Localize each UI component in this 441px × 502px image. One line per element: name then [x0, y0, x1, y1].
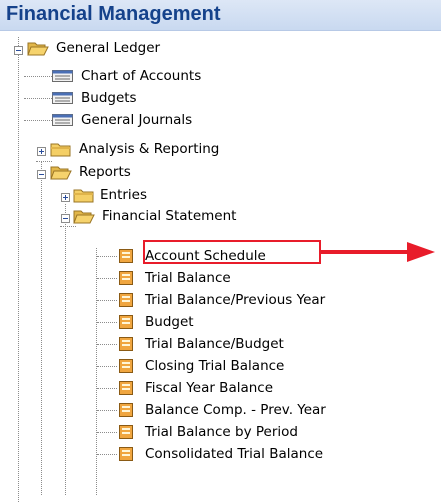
tree-item-report[interactable]: Consolidated Trial Balance [0, 443, 330, 465]
report-icon [119, 447, 133, 461]
tree-item-report[interactable]: Budget [0, 311, 320, 333]
tree-item-report[interactable]: Trial Balance/Budget [0, 333, 320, 355]
collapse-toggle[interactable] [61, 214, 70, 223]
tree-item-label: Budgets [81, 90, 137, 106]
tree-item-report[interactable]: Fiscal Year Balance [0, 377, 320, 399]
tree-item-label: Trial Balance/Budget [145, 336, 284, 352]
tree-item-financial-statement[interactable]: Financial Statement [0, 205, 300, 227]
tree-item-budgets[interactable]: Budgets [0, 87, 300, 109]
list-window-icon [52, 70, 73, 82]
list-window-icon [52, 114, 73, 126]
report-icon [119, 381, 133, 395]
report-icon [119, 403, 133, 417]
tree-item-entries[interactable]: Entries [0, 184, 300, 206]
tree-item-general-ledger[interactable]: General Ledger [0, 37, 300, 59]
tree-item-label: Trial Balance [145, 270, 231, 286]
tree-item-chart-of-accounts[interactable]: Chart of Accounts [0, 65, 300, 87]
report-icon [119, 359, 133, 373]
tree-item-label: General Journals [81, 112, 193, 128]
folder-icon [73, 189, 94, 203]
tree-item-report[interactable]: Trial Balance by Period [0, 421, 320, 443]
folder-icon [50, 143, 71, 157]
tree-item-label: Entries [100, 187, 148, 203]
tree-item-label: Financial Statement [102, 208, 237, 224]
expand-toggle[interactable] [61, 193, 70, 202]
tree-item-report[interactable]: Trial Balance [0, 267, 320, 289]
tree-item-label: Analysis & Reporting [79, 141, 220, 157]
tree-item-report[interactable]: Closing Trial Balance [0, 355, 320, 377]
tree-item-report[interactable]: Balance Comp. - Prev. Year [0, 399, 330, 421]
report-icon [119, 315, 133, 329]
tree-item-label: Trial Balance by Period [145, 424, 298, 440]
tree-item-label: Reports [79, 164, 131, 180]
collapse-toggle[interactable] [37, 170, 46, 179]
expand-toggle[interactable] [37, 147, 46, 156]
tree-item-general-journals[interactable]: General Journals [0, 109, 300, 131]
tree-item-label: Budget [145, 314, 194, 330]
tree-item-reports[interactable]: Reports [0, 161, 300, 183]
tree-item-report[interactable]: Trial Balance/Previous Year [0, 289, 330, 311]
folder-open-icon [50, 166, 72, 180]
report-icon [119, 249, 133, 263]
report-icon [119, 337, 133, 351]
folder-open-icon [73, 210, 95, 224]
tree-item-label: Trial Balance/Previous Year [145, 292, 326, 308]
tree-item-label: Closing Trial Balance [145, 358, 285, 374]
report-icon [119, 271, 133, 285]
folder-open-icon [27, 42, 49, 56]
collapse-toggle[interactable] [14, 46, 23, 55]
list-window-icon [52, 92, 73, 104]
tree-item-analysis-reporting[interactable]: Analysis & Reporting [0, 138, 300, 160]
tree-item-label: Consolidated Trial Balance [145, 446, 324, 462]
tree-item-label: General Ledger [56, 40, 161, 56]
page-title: Financial Management [6, 3, 221, 25]
red-arrow-icon [319, 242, 435, 262]
tree-item-label: Balance Comp. - Prev. Year [145, 402, 326, 418]
report-icon [119, 425, 133, 439]
report-icon [119, 293, 133, 307]
highlight-box [143, 240, 321, 264]
tree-item-label: Fiscal Year Balance [145, 380, 274, 396]
tree-item-label: Chart of Accounts [81, 68, 202, 84]
header-bar: Financial Management [0, 0, 441, 31]
